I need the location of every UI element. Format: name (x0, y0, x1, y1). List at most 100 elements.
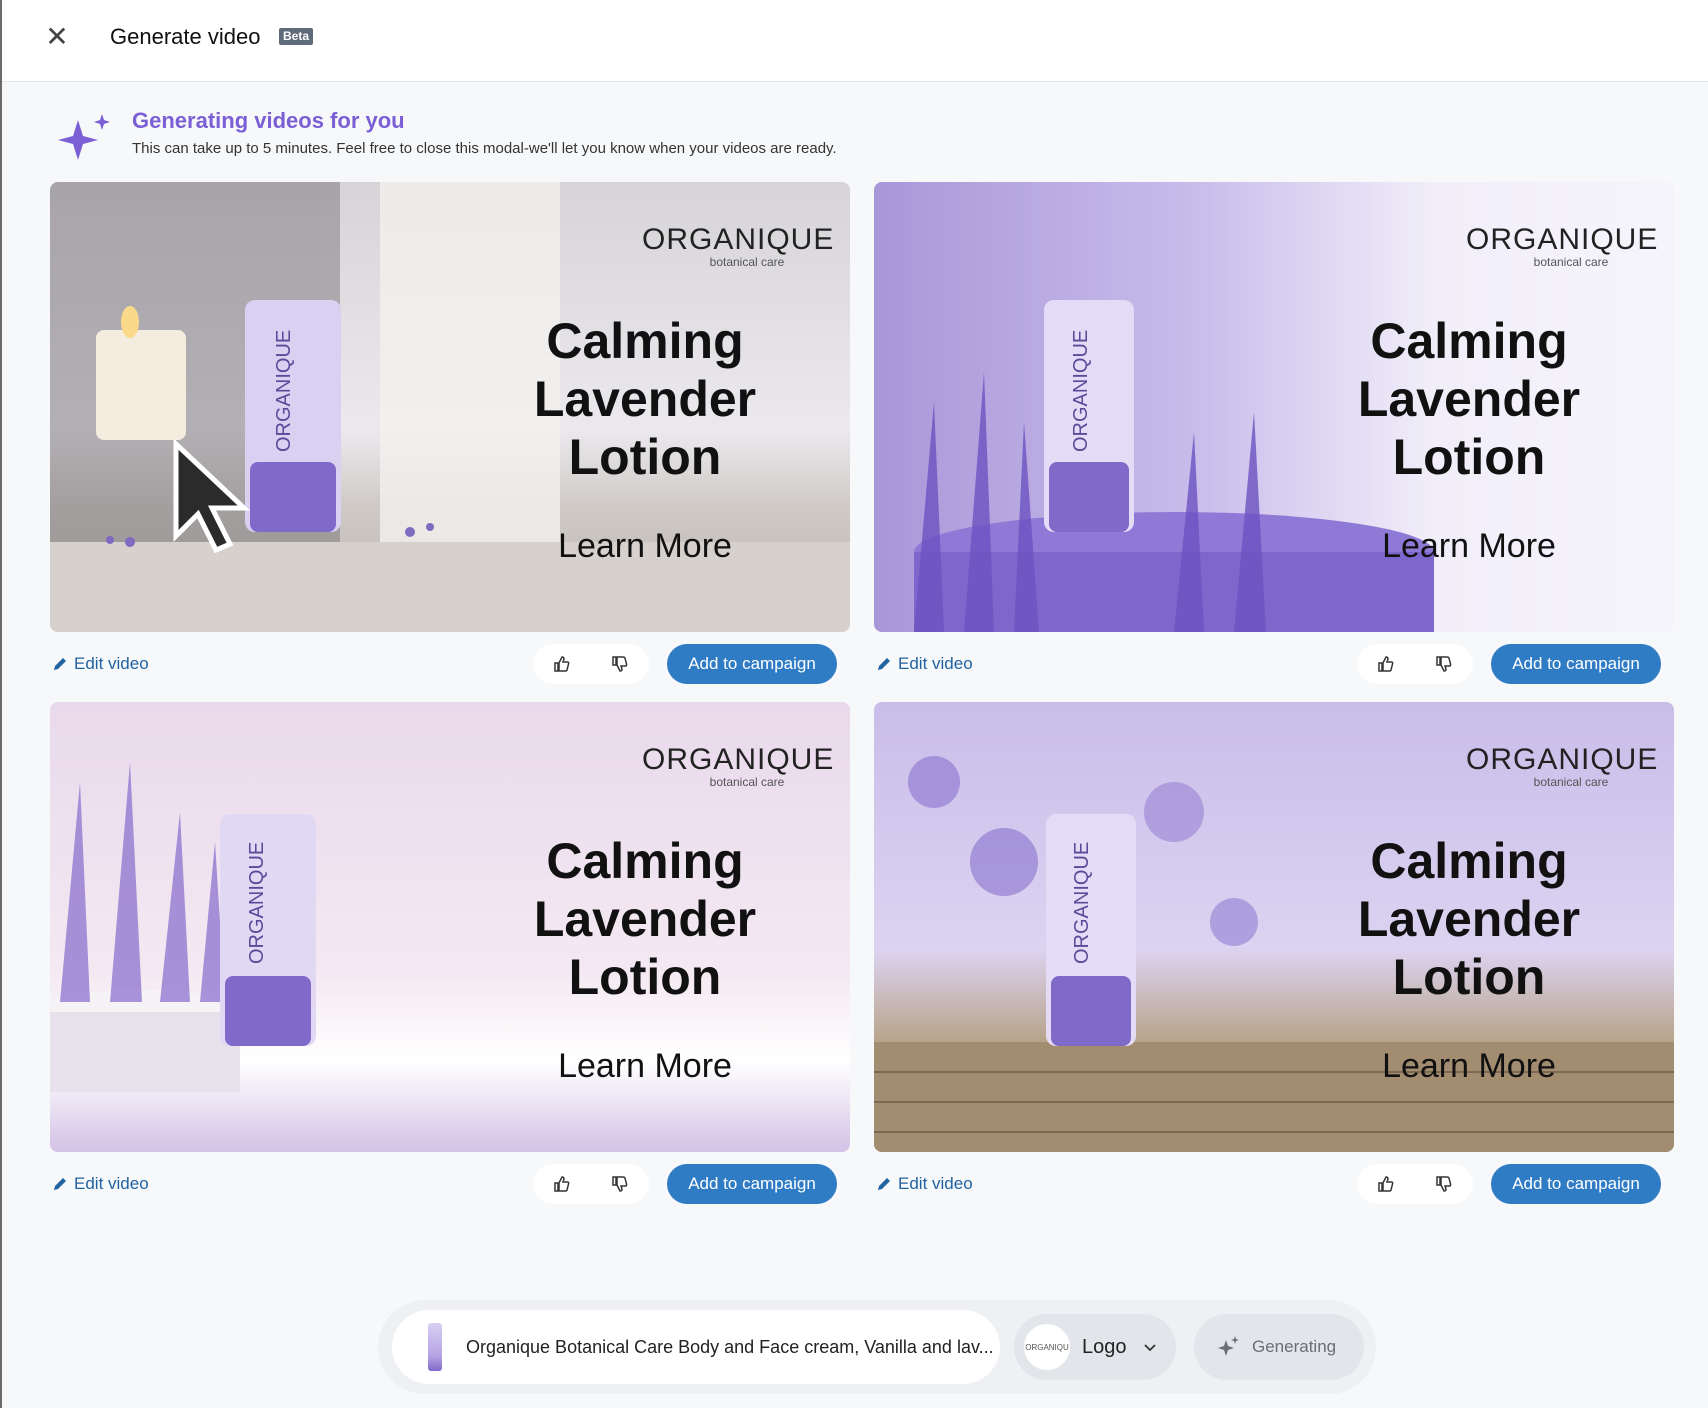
feedback-buttons (1357, 1164, 1473, 1204)
svg-text:ORGANIQUE: ORGANIQUE (1071, 842, 1093, 964)
headline-line: Lotion (568, 949, 722, 1005)
brand-name: ORGANIQUE (1466, 223, 1659, 256)
ad-cta: Learn More (1382, 527, 1556, 565)
card-actions: Edit video Add to campaign (50, 640, 850, 688)
mouse-cursor-icon (173, 440, 251, 554)
thumbs-up-icon (1378, 656, 1394, 672)
sparkle-icon (1218, 1336, 1239, 1356)
brand-logo: ORGANIQUE botanical care (642, 223, 835, 269)
headline-line: Calming (546, 313, 744, 369)
pencil-icon (878, 1178, 890, 1190)
svg-text:ORGANIQUE: ORGANIQUE (1070, 330, 1092, 452)
thumbs-up-button[interactable] (533, 644, 591, 684)
thumbs-down-icon (1436, 1176, 1452, 1192)
brand-name: ORGANIQUE (642, 223, 835, 256)
edit-video-link[interactable]: Edit video (876, 654, 973, 674)
generating-label: Generating (1252, 1337, 1337, 1356)
headline-line: Lotion (568, 429, 722, 485)
product-name: Organique Botanical Care Body and Face c… (466, 1336, 994, 1357)
card-actions: Edit video Add to campaign (50, 1160, 850, 1208)
headline-line: Lotion (1392, 429, 1546, 485)
add-to-campaign-button[interactable]: Add to campaign (667, 644, 837, 684)
headline-line: Lavender (1357, 891, 1581, 947)
thumbs-down-icon (1436, 656, 1452, 672)
headline-line: Lavender (533, 891, 757, 947)
svg-text:ORGANIQUE: ORGANIQUE (246, 842, 268, 964)
headline-line: Calming (1370, 833, 1568, 889)
feedback-buttons (1357, 644, 1473, 684)
brand-tagline: botanical care (709, 255, 785, 269)
headline-line: Lavender (533, 371, 757, 427)
add-to-campaign-button[interactable]: Add to campaign (667, 1164, 837, 1204)
edit-video-link[interactable]: Edit video (876, 1174, 973, 1194)
ad-cta: Learn More (1382, 1047, 1556, 1085)
brand-tagline: botanical care (1533, 775, 1609, 789)
headline-line: Lotion (1392, 949, 1546, 1005)
thumbs-down-button[interactable] (591, 644, 649, 684)
video-card-1: ORGANIQUE ORGANIQUE botanical care Calmi… (50, 182, 850, 702)
headline-line: Calming (1370, 313, 1568, 369)
edit-video-link[interactable]: Edit video (52, 1174, 149, 1194)
video-card-3: ORGANIQUE ORGANIQUE botanical care Calmi… (50, 702, 850, 1222)
thumbs-down-icon (612, 1176, 628, 1192)
logo-avatar: ORGANIQU (1024, 1324, 1070, 1370)
pencil-icon (54, 658, 66, 670)
edit-video-label: Edit video (898, 654, 973, 673)
video-card-2: ORGANIQUE ORGANIQUE botanical care Calmi… (874, 182, 1674, 702)
card-actions: Edit video Add to campaign (874, 640, 1674, 688)
pencil-icon (54, 1178, 66, 1190)
video-preview-4[interactable]: ORGANIQUE ORGANIQUE botanical care Calmi… (874, 702, 1674, 1152)
beta-badge: Beta (279, 28, 314, 45)
prompt-bar: Organique Botanical Care Body and Face c… (378, 1300, 1376, 1394)
thumbs-up-button[interactable] (1357, 644, 1415, 684)
edit-video-link[interactable]: Edit video (52, 654, 149, 674)
generating-button[interactable]: Generating (1194, 1314, 1364, 1380)
feedback-buttons (533, 644, 649, 684)
thumbs-up-button[interactable] (533, 1164, 591, 1204)
generating-subtitle: This can take up to 5 minutes. Feel free… (132, 140, 837, 157)
ad-cta: Learn More (558, 527, 732, 565)
sparkle-icon (58, 114, 110, 160)
add-to-campaign-button[interactable]: Add to campaign (1491, 644, 1661, 684)
ad-headline: Calming Lavender Lotion (520, 832, 770, 1006)
brand-name: ORGANIQUE (642, 743, 835, 776)
logo-label: Logo (1082, 1335, 1127, 1358)
card-actions: Edit video Add to campaign (874, 1160, 1674, 1208)
thumbs-down-button[interactable] (1415, 644, 1473, 684)
feedback-buttons (533, 1164, 649, 1204)
generating-banner: Generating videos for you This can take … (58, 106, 958, 166)
brand-logo: ORGANIQUE botanical care (1466, 743, 1659, 789)
thumbs-up-icon (554, 656, 570, 672)
chevron-down-icon (1143, 1344, 1156, 1352)
modal: ✕ Generate video Beta Generating videos … (0, 0, 1708, 1408)
video-card-4: ORGANIQUE ORGANIQUE botanical care Calmi… (874, 702, 1674, 1222)
modal-title: Generate video (110, 24, 261, 49)
brand-logo: ORGANIQUE botanical care (642, 743, 835, 789)
edit-video-label: Edit video (74, 654, 149, 673)
video-preview-2[interactable]: ORGANIQUE ORGANIQUE botanical care Calmi… (874, 182, 1674, 632)
product-selector[interactable]: Organique Botanical Care Body and Face c… (392, 1310, 1000, 1384)
video-preview-1[interactable]: ORGANIQUE ORGANIQUE botanical care Calmi… (50, 182, 850, 632)
thumbs-up-icon (554, 1176, 570, 1192)
video-preview-3[interactable]: ORGANIQUE ORGANIQUE botanical care Calmi… (50, 702, 850, 1152)
brand-tagline: botanical care (709, 775, 785, 789)
thumbs-down-icon (612, 656, 628, 672)
thumbs-down-button[interactable] (591, 1164, 649, 1204)
product-thumbnail (428, 1323, 442, 1371)
close-icon[interactable]: ✕ (42, 22, 72, 52)
generating-title: Generating videos for you (132, 108, 405, 133)
logo-dropdown[interactable]: ORGANIQU Logo (1014, 1314, 1176, 1380)
ad-cta: Learn More (558, 1047, 732, 1085)
brand-tagline: botanical care (1533, 255, 1609, 269)
headline-line: Lavender (1357, 371, 1581, 427)
edit-video-label: Edit video (898, 1174, 973, 1193)
brand-name: ORGANIQUE (1466, 743, 1659, 776)
pencil-icon (878, 658, 890, 670)
thumbs-up-icon (1378, 1176, 1394, 1192)
thumbs-down-button[interactable] (1415, 1164, 1473, 1204)
brand-logo: ORGANIQUE botanical care (1466, 223, 1659, 269)
ad-headline: Calming Lavender Lotion (520, 312, 770, 486)
ad-headline: Calming Lavender Lotion (1344, 832, 1594, 1006)
add-to-campaign-button[interactable]: Add to campaign (1491, 1164, 1661, 1204)
thumbs-up-button[interactable] (1357, 1164, 1415, 1204)
